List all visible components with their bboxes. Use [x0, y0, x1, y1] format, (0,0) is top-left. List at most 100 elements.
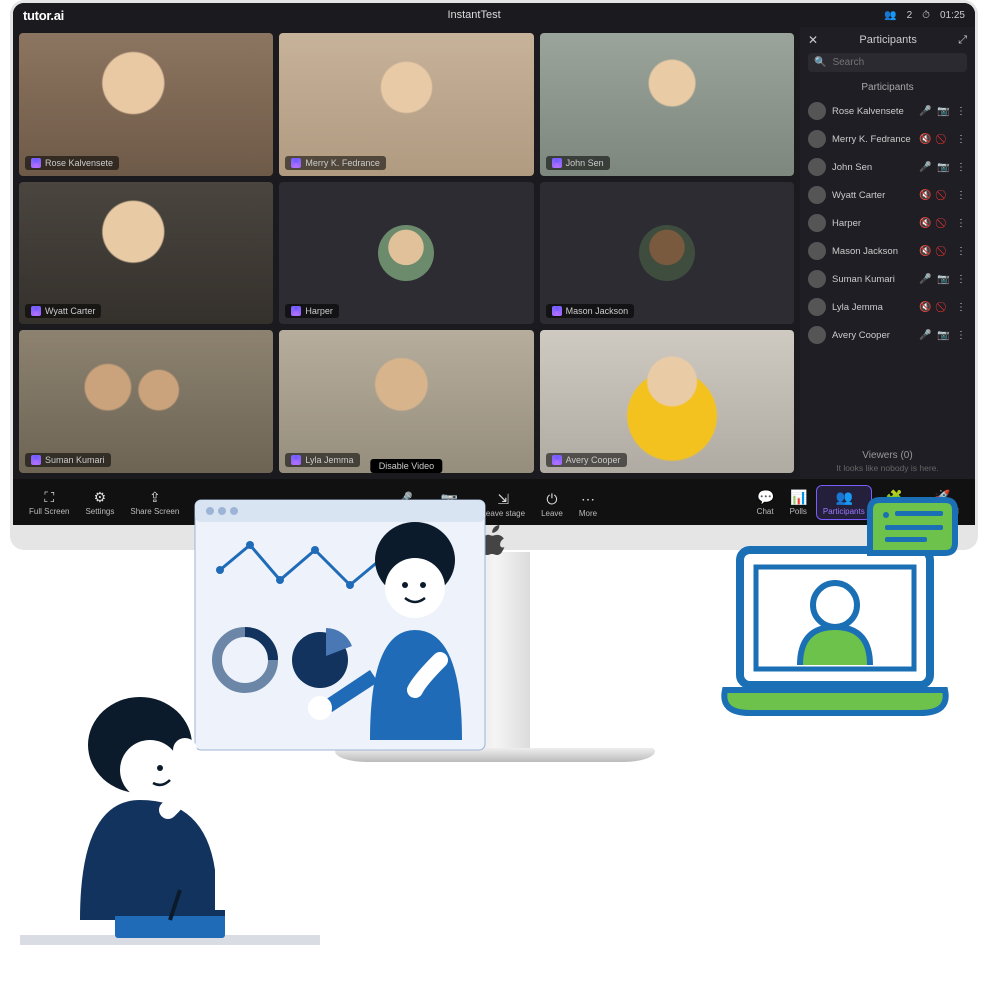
- tile-name: Harper: [305, 306, 333, 316]
- more-icon[interactable]: ⋮: [955, 162, 967, 173]
- timer-icon: ⏱: [922, 10, 930, 21]
- video-tile[interactable]: Rose Kalvensete: [19, 33, 273, 176]
- video-tile[interactable]: John Sen: [540, 33, 794, 176]
- participant-row[interactable]: Lyla Jemma 🔇⃠ ⋮: [806, 293, 969, 321]
- more-icon[interactable]: ⋮: [955, 302, 967, 313]
- search-input[interactable]: [832, 57, 964, 68]
- presence-dot-icon: [31, 306, 41, 316]
- mic-icon[interactable]: 🔇: [919, 190, 931, 201]
- participant-name: Wyatt Carter: [832, 190, 913, 201]
- more-icon[interactable]: ⋮: [955, 274, 967, 285]
- mic-icon[interactable]: 🎤: [919, 330, 931, 341]
- participant-name: Suman Kumari: [832, 274, 913, 285]
- meeting-title: InstantTest: [72, 9, 876, 21]
- name-tag: Harper: [285, 304, 339, 318]
- disable-video-tooltip: Disable Video: [371, 459, 442, 473]
- camera-icon[interactable]: ⃠: [937, 246, 949, 257]
- video-tile[interactable]: Merry K. Fedrance: [279, 33, 533, 176]
- participants-section-label: Participants: [800, 78, 975, 97]
- tile-name: Merry K. Fedrance: [305, 158, 380, 168]
- mic-icon[interactable]: 🎤: [919, 274, 931, 285]
- topbar: tutor.ai InstantTest 👥 2 ⏱ 01:25: [13, 3, 975, 27]
- mic-icon[interactable]: 🎤: [919, 162, 931, 173]
- mic-icon[interactable]: 🔇: [919, 246, 931, 257]
- participant-list[interactable]: Rose Kalvensete🎤📷⋮Merry K. Fedrance🔇⃠⋮Jo…: [800, 97, 975, 444]
- viewers-note: It looks like nobody is here.: [800, 463, 975, 473]
- participant-count: 2: [907, 10, 913, 21]
- search-icon: 🔍: [814, 57, 826, 68]
- participant-row[interactable]: Rose Kalvensete🎤📷⋮: [806, 97, 969, 125]
- avatar: [639, 225, 695, 281]
- presence-dot-icon: [31, 455, 41, 465]
- participant-name: Merry K. Fedrance: [832, 134, 913, 145]
- participant-row[interactable]: John Sen 🎤 📷 ⋮: [806, 153, 969, 181]
- video-grid: Rose Kalvensete Merry K. Fedrance John Sen…: [13, 27, 800, 479]
- mic-icon[interactable]: 🎤: [919, 106, 931, 117]
- more-icon[interactable]: ⋮: [955, 246, 967, 257]
- teacher-illustration: [20, 490, 500, 970]
- tile-name: Suman Kumari: [45, 455, 105, 465]
- avatar: [808, 158, 826, 176]
- video-tile[interactable]: Avery Cooper: [540, 330, 794, 473]
- camera-icon[interactable]: 📷: [937, 274, 949, 285]
- more-icon: ⋯: [580, 491, 596, 507]
- tile-name: Wyatt Carter: [45, 306, 95, 316]
- participant-row[interactable]: Wyatt Carter 🔇⃠ ⋮: [806, 181, 969, 209]
- participant-row[interactable]: Harper 🔇⃠ ⋮: [806, 209, 969, 237]
- camera-icon[interactable]: 📷: [937, 330, 949, 341]
- avatar: [378, 225, 434, 281]
- close-panel-button[interactable]: ✕: [808, 33, 818, 47]
- video-tile[interactable]: Lyla Jemma Disable Video: [279, 330, 533, 473]
- viewers-section: Viewers (0) It looks like nobody is here…: [800, 444, 975, 479]
- presence-dot-icon: [552, 158, 562, 168]
- brand-logo: tutor.ai: [23, 8, 64, 23]
- participant-name: Harper: [832, 218, 913, 229]
- presence-dot-icon: [552, 306, 562, 316]
- name-tag: Merry K. Fedrance: [285, 156, 386, 170]
- participant-name: Lyla Jemma: [832, 302, 913, 313]
- mic-icon[interactable]: 🔇: [919, 134, 931, 145]
- presence-dot-icon: [291, 455, 301, 465]
- participant-row[interactable]: Merry K. Fedrance 🔇⃠ ⋮: [806, 125, 969, 153]
- more-icon[interactable]: ⋮: [955, 190, 967, 201]
- video-tile[interactable]: Harper: [279, 182, 533, 325]
- more-button[interactable]: ⋯ More: [573, 488, 603, 521]
- presence-dot-icon: [31, 158, 41, 168]
- video-tile[interactable]: Suman Kumari: [19, 330, 273, 473]
- participant-row[interactable]: Suman Kumari 🎤 📷 ⋮: [806, 265, 969, 293]
- more-icon[interactable]: ⋮: [955, 134, 967, 145]
- participant-row[interactable]: Mason Jackson🔇⃠⋮: [806, 237, 969, 265]
- expand-icon[interactable]: ⤢: [958, 34, 967, 47]
- camera-icon[interactable]: 📷: [937, 106, 949, 117]
- name-tag: John Sen: [546, 156, 610, 170]
- name-tag: Lyla Jemma: [285, 453, 359, 467]
- video-tile[interactable]: Wyatt Carter: [19, 182, 273, 325]
- tile-name: Lyla Jemma: [305, 455, 353, 465]
- more-icon[interactable]: ⋮: [955, 330, 967, 341]
- camera-icon[interactable]: 📷: [937, 162, 949, 173]
- presence-dot-icon: [552, 455, 562, 465]
- video-tile[interactable]: Mason Jackson: [540, 182, 794, 325]
- mic-icon[interactable]: 🔇: [919, 302, 931, 313]
- camera-icon[interactable]: ⃠: [937, 218, 949, 229]
- avatar: [808, 270, 826, 288]
- camera-icon[interactable]: ⃠: [937, 134, 949, 145]
- tile-name: John Sen: [566, 158, 604, 168]
- name-tag: Mason Jackson: [546, 304, 635, 318]
- mic-icon[interactable]: 🔇: [919, 218, 931, 229]
- search-box[interactable]: 🔍: [808, 53, 967, 72]
- camera-icon[interactable]: ⃠: [937, 190, 949, 201]
- participant-name: John Sen: [832, 162, 913, 173]
- participant-row[interactable]: Avery Cooper🎤📷⋮: [806, 321, 969, 349]
- meeting-app: tutor.ai InstantTest 👥 2 ⏱ 01:25 Rose Ka…: [13, 3, 975, 525]
- more-icon[interactable]: ⋮: [955, 106, 967, 117]
- more-label: More: [579, 509, 597, 518]
- presence-dot-icon: [291, 158, 301, 168]
- leave-button[interactable]: ⏻Leave: [535, 488, 569, 521]
- participants-panel: ✕ Participants ⤢ 🔍 Participants Rose Kal…: [800, 27, 975, 479]
- more-icon[interactable]: ⋮: [955, 218, 967, 229]
- camera-icon[interactable]: ⃠: [937, 302, 949, 313]
- avatar: [808, 214, 826, 232]
- avatar: [808, 130, 826, 148]
- viewers-label: Viewers (0): [862, 450, 912, 461]
